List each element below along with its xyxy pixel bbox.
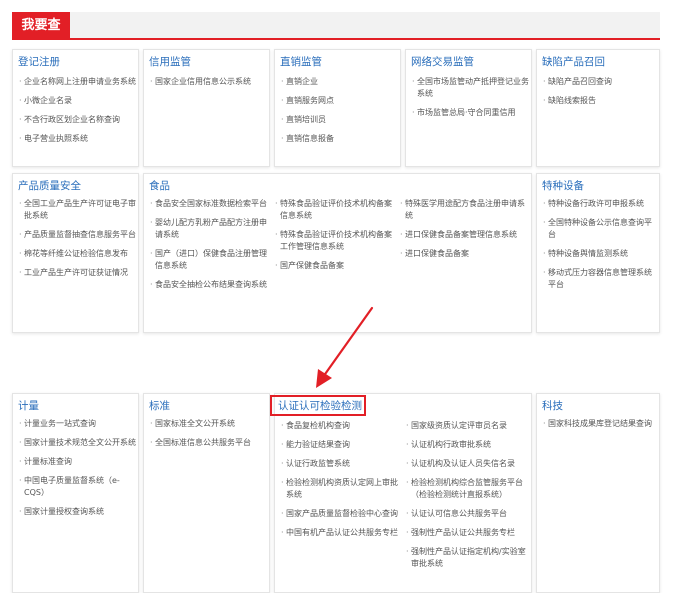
card-title-shipin[interactable]: 食品 xyxy=(149,178,170,193)
list-shipin-col2: 特殊食品验证评价技术机构备案信息系统 特殊食品验证评价技术机构备案工作管理信息系… xyxy=(275,198,393,279)
list-biaozhun: 国家标准全文公开系统 全国标准信息公共服务平台 xyxy=(150,418,268,456)
card-tezhong: 特种设备 特种设备行政许可申报系统 全国特种设备公示信息查询平台 特种设备舆情监… xyxy=(536,173,660,333)
card-jiliang: 计量 计量业务一站式查询 国家计量技术规范全文公开系统 计量标准查询 中国电子质… xyxy=(12,393,139,593)
list-item[interactable]: 特殊食品验证评价技术机构备案信息系统 xyxy=(275,198,393,222)
list-item[interactable]: 认证认可信息公共服务平台 xyxy=(406,508,530,520)
list-quexian: 缺陷产品召回查询 缺陷线索报告 xyxy=(543,76,658,114)
list-shipin-col1: 食品安全国家标准数据检索平台 婴幼儿配方乳粉产品配方注册申请系统 国产（进口）保… xyxy=(150,198,268,298)
list-item[interactable]: 国家标准全文公开系统 xyxy=(150,418,268,430)
list-item[interactable]: 缺陷产品召回查询 xyxy=(543,76,658,88)
list-item[interactable]: 进口保健食品备案 xyxy=(400,248,528,260)
list-item[interactable]: 国家级资质认定评审员名录 xyxy=(406,420,530,432)
list-item[interactable]: 市场监管总局·守合同重信用 xyxy=(412,107,530,119)
card-biaozhun: 标准 国家标准全文公开系统 全国标准信息公共服务平台 xyxy=(143,393,270,593)
card-renzheng: 认证认可检验检测 食品复检机构查询 能力验证结果查询 认证行政监管系统 检验检测… xyxy=(274,393,532,593)
list-item[interactable]: 食品复检机构查询 xyxy=(281,420,399,432)
card-title-jiliang[interactable]: 计量 xyxy=(18,398,39,413)
list-item[interactable]: 中国电子质量监督系统（e-CQS） xyxy=(19,475,137,499)
card-chanpin: 产品质量安全 全国工业产品生产许可证电子审批系统 产品质量监督抽查信息服务平台 … xyxy=(12,173,139,333)
list-item[interactable]: 不含行政区划企业名称查询 xyxy=(19,114,137,126)
list-shipin-col3: 特殊医学用途配方食品注册申请系统 进口保健食品备案管理信息系统 进口保健食品备案 xyxy=(400,198,528,267)
list-item[interactable]: 缺陷线索报告 xyxy=(543,95,658,107)
list-item[interactable]: 国家企业信用信息公示系统 xyxy=(150,76,268,88)
card-title-keji[interactable]: 科技 xyxy=(542,398,563,413)
list-item[interactable]: 认证机构行政审批系统 xyxy=(406,439,530,451)
card-shipin: 食品 食品安全国家标准数据检索平台 婴幼儿配方乳粉产品配方注册申请系统 国产（进… xyxy=(143,173,532,333)
page-title: 我要查 xyxy=(12,12,70,40)
list-item[interactable]: 直销信息报备 xyxy=(281,133,399,145)
list-item[interactable]: 全国市场监管动产抵押登记业务系统 xyxy=(412,76,530,100)
list-item[interactable]: 国家产品质量监督检验中心查询 xyxy=(281,508,399,520)
card-wangluo: 网络交易监管 全国市场监管动产抵押登记业务系统 市场监管总局·守合同重信用 xyxy=(405,49,532,167)
card-quexian: 缺陷产品召回 缺陷产品召回查询 缺陷线索报告 xyxy=(536,49,660,167)
list-item[interactable]: 婴幼儿配方乳粉产品配方注册申请系统 xyxy=(150,217,268,241)
list-item[interactable]: 能力验证结果查询 xyxy=(281,439,399,451)
list-item[interactable]: 国家计量技术规范全文公开系统 xyxy=(19,437,137,449)
card-xinyong: 信用监管 国家企业信用信息公示系统 xyxy=(143,49,270,167)
list-item[interactable]: 特种设备行政许可申报系统 xyxy=(543,198,658,210)
list-item[interactable]: 国产保健食品备案 xyxy=(275,260,393,272)
list-item[interactable]: 强制性产品认证公共服务专栏 xyxy=(406,527,530,539)
list-wangluo: 全国市场监管动产抵押登记业务系统 市场监管总局·守合同重信用 xyxy=(412,76,530,126)
card-keji: 科技 国家科技成果库登记结果查询 xyxy=(536,393,660,593)
list-item[interactable]: 移动式压力容器信息管理系统平台 xyxy=(543,267,658,291)
card-title-tezhong[interactable]: 特种设备 xyxy=(542,178,584,193)
list-item[interactable]: 产品质量监督抽查信息服务平台 xyxy=(19,229,137,241)
list-item[interactable]: 计量业务一站式查询 xyxy=(19,418,137,430)
list-item[interactable]: 国产（进口）保健食品注册管理信息系统 xyxy=(150,248,268,272)
list-item[interactable]: 特殊医学用途配方食品注册申请系统 xyxy=(400,198,528,222)
list-item[interactable]: 电子营业执照系统 xyxy=(19,133,137,145)
list-item[interactable]: 认证行政监管系统 xyxy=(281,458,399,470)
card-title-zhixiao[interactable]: 直销监管 xyxy=(280,54,322,69)
list-item[interactable]: 特种设备舆情监测系统 xyxy=(543,248,658,260)
list-chanpin: 全国工业产品生产许可证电子审批系统 产品质量监督抽查信息服务平台 棉花等纤维公证… xyxy=(19,198,137,286)
list-item[interactable]: 直销服务网点 xyxy=(281,95,399,107)
list-item[interactable]: 特殊食品验证评价技术机构备案工作管理信息系统 xyxy=(275,229,393,253)
list-item[interactable]: 棉花等纤维公证检验信息发布 xyxy=(19,248,137,260)
list-item[interactable]: 中国有机产品认证公共服务专栏 xyxy=(281,527,399,539)
list-item[interactable]: 食品安全国家标准数据检索平台 xyxy=(150,198,268,210)
list-jiliang: 计量业务一站式查询 国家计量技术规范全文公开系统 计量标准查询 中国电子质量监督… xyxy=(19,418,137,525)
list-tezhong: 特种设备行政许可申报系统 全国特种设备公示信息查询平台 特种设备舆情监测系统 移… xyxy=(543,198,658,298)
card-title-wangluo[interactable]: 网络交易监管 xyxy=(411,54,474,69)
card-title-quexian[interactable]: 缺陷产品召回 xyxy=(542,54,605,69)
list-item[interactable]: 食品安全抽检公布结果查询系统 xyxy=(150,279,268,291)
list-renzheng-col1: 食品复检机构查询 能力验证结果查询 认证行政监管系统 检验检测机构资质认定网上审… xyxy=(281,420,399,546)
list-item[interactable]: 工业产品生产许可证获证情况 xyxy=(19,267,137,279)
list-zhixiao: 直销企业 直销服务网点 直销培训员 直销信息报备 xyxy=(281,76,399,152)
card-title-xinyong[interactable]: 信用监管 xyxy=(149,54,191,69)
card-title-biaozhun[interactable]: 标准 xyxy=(149,398,170,413)
list-item[interactable]: 国家科技成果库登记结果查询 xyxy=(543,418,658,430)
card-dengji: 登记注册 企业名称网上注册申请业务系统 小微企业名录 不含行政区划企业名称查询 … xyxy=(12,49,139,167)
list-item[interactable]: 全国标准信息公共服务平台 xyxy=(150,437,268,449)
list-dengji: 企业名称网上注册申请业务系统 小微企业名录 不含行政区划企业名称查询 电子营业执… xyxy=(19,76,137,152)
list-item[interactable]: 直销企业 xyxy=(281,76,399,88)
list-item[interactable]: 企业名称网上注册申请业务系统 xyxy=(19,76,137,88)
list-item[interactable]: 强制性产品认证指定机构/实验室审批系统 xyxy=(406,546,530,570)
list-item[interactable]: 全国工业产品生产许可证电子审批系统 xyxy=(19,198,137,222)
list-item[interactable]: 全国特种设备公示信息查询平台 xyxy=(543,217,658,241)
list-item[interactable]: 国家计量授权查询系统 xyxy=(19,506,137,518)
header-bar: 我要查 xyxy=(12,12,660,40)
list-item[interactable]: 小微企业名录 xyxy=(19,95,137,107)
list-item[interactable]: 检验检测机构综合监管服务平台（检验检测统计直报系统） xyxy=(406,477,530,501)
list-item[interactable]: 计量标准查询 xyxy=(19,456,137,468)
highlight-box xyxy=(270,395,366,416)
list-item[interactable]: 直销培训员 xyxy=(281,114,399,126)
card-zhixiao: 直销监管 直销企业 直销服务网点 直销培训员 直销信息报备 xyxy=(274,49,401,167)
card-title-dengji[interactable]: 登记注册 xyxy=(18,54,60,69)
list-item[interactable]: 认证机构及认证人员失信名录 xyxy=(406,458,530,470)
list-item[interactable]: 检验检测机构资质认定网上审批系统 xyxy=(281,477,399,501)
list-xinyong: 国家企业信用信息公示系统 xyxy=(150,76,268,95)
list-renzheng-col2: 国家级资质认定评审员名录 认证机构行政审批系统 认证机构及认证人员失信名录 检验… xyxy=(406,420,530,577)
card-title-chanpin[interactable]: 产品质量安全 xyxy=(18,178,81,193)
list-item[interactable]: 进口保健食品备案管理信息系统 xyxy=(400,229,528,241)
list-keji: 国家科技成果库登记结果查询 xyxy=(543,418,658,437)
